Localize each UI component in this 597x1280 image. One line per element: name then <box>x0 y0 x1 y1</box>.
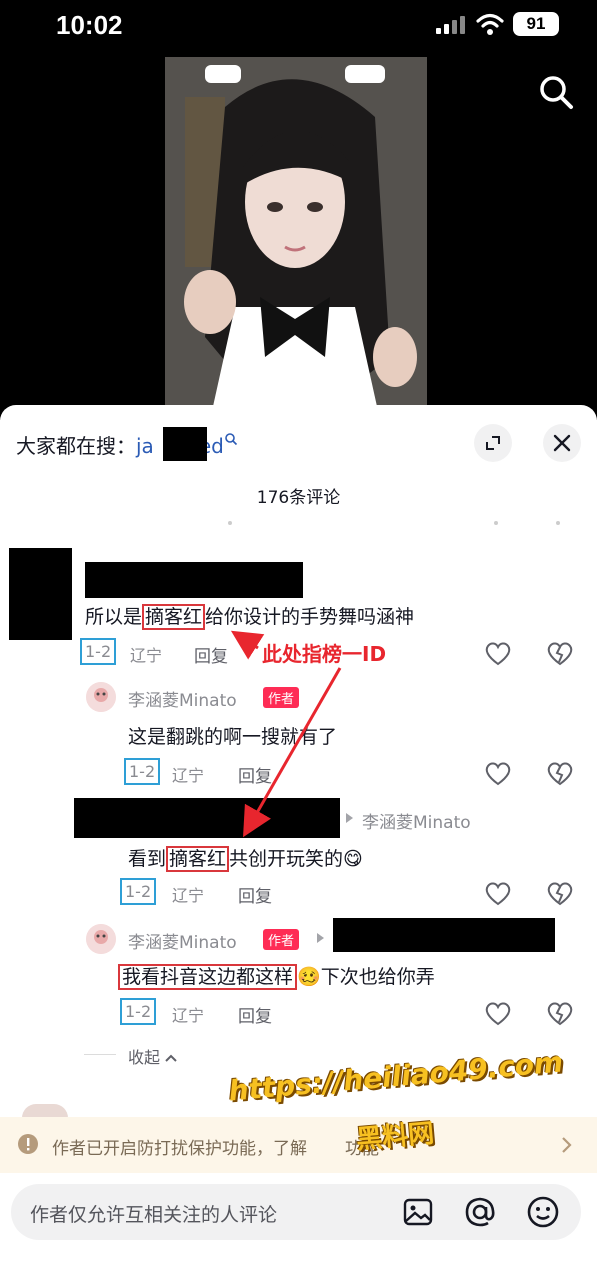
status-time: 10:02 <box>56 10 123 40</box>
dislike-heart-icon[interactable] <box>545 878 575 908</box>
video-person-illustration <box>165 57 427 420</box>
at-icon[interactable] <box>463 1195 497 1229</box>
comment-text: 我看抖音这边都这样 🥴下次也给你弄 <box>118 962 435 990</box>
watermark-text: 黑料网 <box>355 1118 436 1156</box>
highlighted-text: 我看抖音这边都这样 <box>118 964 298 990</box>
reply-arrow-icon <box>317 933 324 943</box>
expand-button[interactable] <box>474 424 512 462</box>
hot-search-prefix: 大家都在搜： <box>16 434 136 458</box>
comment-text: 这是翻跳的啊一搜就有了 <box>128 726 338 748</box>
partial-avatar <box>22 1104 68 1118</box>
comment-count: 176条评论 <box>256 488 341 508</box>
author-name[interactable]: 李涵菱Minato <box>128 928 237 953</box>
chevron-right-icon[interactable] <box>560 1136 574 1154</box>
avatar[interactable] <box>86 924 116 954</box>
comment-location: 辽宁 <box>172 1006 205 1025</box>
image-icon[interactable] <box>402 1196 434 1228</box>
avatar-image <box>86 682 116 712</box>
partial-icons <box>556 521 560 525</box>
battery-indicator: 91 <box>513 12 559 36</box>
info-icon <box>18 1134 38 1154</box>
author-name[interactable]: 李涵菱Minato <box>128 686 237 711</box>
search-icon[interactable] <box>536 72 576 112</box>
small-search-icon <box>225 433 237 446</box>
comment-date: 1-2 <box>124 758 161 785</box>
reply-arrow-icon <box>346 813 353 823</box>
hot-search-keyword-start[interactable]: ja <box>136 434 154 458</box>
expand-icon <box>486 436 500 450</box>
reply-button[interactable]: 回复 <box>194 642 228 667</box>
chevron-up-icon <box>165 1054 177 1062</box>
reply-button[interactable]: 回复 <box>238 762 272 787</box>
comment-text: 所以是 摘客红 给你设计的手势舞吗涵神 <box>85 604 415 630</box>
dislike-heart-icon[interactable] <box>545 758 575 788</box>
comment-date: 1-2 <box>120 998 157 1025</box>
wifi-icon <box>476 13 504 35</box>
comment-location: 辽宁 <box>130 646 163 665</box>
commenter-name-redacted[interactable] <box>74 798 340 838</box>
heart-icon[interactable] <box>483 758 513 788</box>
commenter-avatar-redacted[interactable] <box>9 548 72 640</box>
comment-date: 1-2 <box>80 638 117 665</box>
collapse-button[interactable]: 收起 <box>128 1044 177 1068</box>
reply-to-name[interactable]: 李涵菱Minato <box>362 808 471 833</box>
avatar[interactable] <box>86 682 116 712</box>
annotation-label: 此处指榜一ID <box>262 642 387 666</box>
comment-text: 看到 摘客红 共创开玩笑的😋 <box>128 846 363 872</box>
comment-location: 辽宁 <box>172 766 205 785</box>
video-thumbnail[interactable] <box>165 57 427 420</box>
reply-button[interactable]: 回复 <box>238 882 272 907</box>
avatar-image <box>86 924 116 954</box>
reply-button[interactable]: 回复 <box>238 1002 272 1027</box>
emoji-icon[interactable] <box>526 1195 560 1229</box>
signal-icon <box>436 16 465 34</box>
author-badge: 作者 <box>263 929 300 950</box>
dislike-heart-icon[interactable] <box>545 638 575 668</box>
heart-icon[interactable] <box>483 998 513 1028</box>
redaction-block <box>163 427 207 461</box>
author-badge: 作者 <box>263 687 300 708</box>
dislike-heart-icon[interactable] <box>545 998 575 1028</box>
comment-location: 辽宁 <box>172 886 205 905</box>
reply-to-name-redacted[interactable] <box>333 918 555 952</box>
partial-icons <box>494 521 498 525</box>
highlighted-id: 摘客红 <box>166 846 230 872</box>
close-icon <box>553 434 571 452</box>
collapse-divider <box>84 1054 116 1055</box>
comment-date: 1-2 <box>120 878 157 905</box>
comment-input-placeholder: 作者仅允许互相关注的人评论 <box>30 1204 278 1226</box>
partial-icons <box>228 521 232 525</box>
emoji: 😋 <box>343 848 363 870</box>
highlighted-id: 摘客红 <box>142 604 206 630</box>
close-button[interactable] <box>543 424 581 462</box>
heart-icon[interactable] <box>483 638 513 668</box>
emoji: 🥴 <box>297 966 321 988</box>
heart-icon[interactable] <box>483 878 513 908</box>
commenter-name-redacted[interactable] <box>85 562 303 598</box>
notice-text: 作者已开启防打扰保护功能，了解 功能 <box>52 1139 379 1159</box>
